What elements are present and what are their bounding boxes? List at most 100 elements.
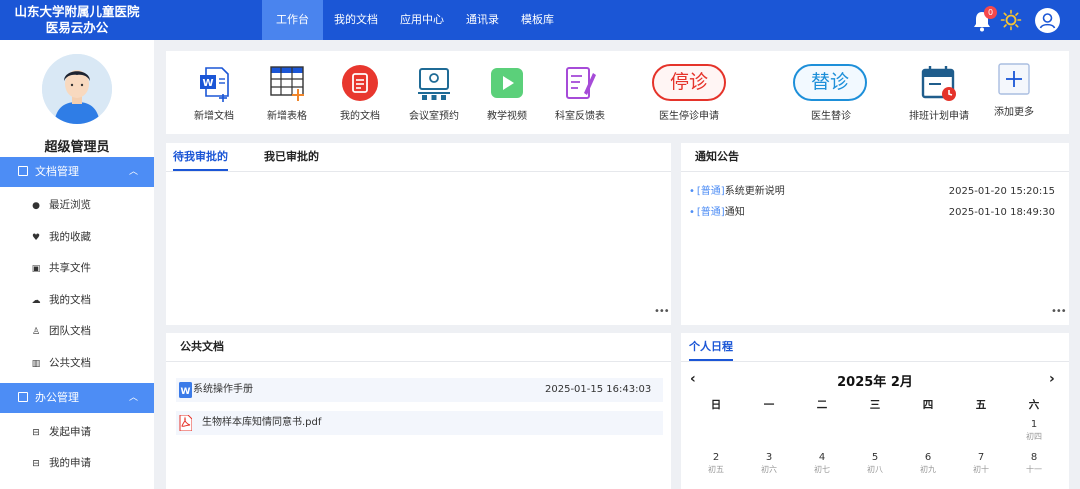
word-doc-icon: W (200, 67, 229, 102)
bullet-icon: • (689, 207, 695, 218)
sidebar-item-shared-files[interactable]: ▣ 共享文件 (0, 253, 154, 283)
calendar-day-number: 7 (977, 452, 985, 463)
nav-app-center[interactable]: 应用中心 (389, 0, 455, 40)
shortcut-new-spreadsheet[interactable]: 新增表格 (247, 51, 327, 134)
nav-my-docs[interactable]: 我的文档 (323, 0, 389, 40)
table-icon (270, 66, 304, 101)
approvals-panel: 待我审批的 我已审批的 ••• (166, 143, 671, 325)
notice-item[interactable]: • [普通]通知 2025-01-10 18:49:30 (689, 204, 1061, 222)
menu-group-office-management[interactable]: 办公管理 ︿ (0, 383, 154, 413)
notice-item[interactable]: • [普通]系统更新说明 2025-01-20 15:20:15 (689, 183, 1061, 201)
team-icon: ♙ (31, 327, 41, 337)
notice-divider (681, 171, 1069, 172)
shortcut-label: 科室反馈表 (555, 111, 605, 122)
theme-bulb-icon[interactable] (1000, 9, 1022, 31)
menu-group-label: 办公管理 (35, 391, 79, 404)
calendar-day-number: 6 (924, 452, 932, 463)
sidebar-item-team-docs[interactable]: ♙ 团队文档 (0, 316, 154, 346)
calendar-day-number: 8 (1030, 452, 1038, 463)
sidebar-item-label: 团队文档 (49, 325, 91, 337)
notice-text: 系统更新说明 (724, 186, 785, 197)
doc-list-item[interactable]: W 系统操作手册 2025-01-15 16:43:03 (176, 378, 663, 402)
shortcut-feedback-form[interactable]: 科室反馈表 (540, 51, 620, 134)
video-icon (491, 68, 523, 98)
shortcut-substitute-clinic[interactable]: 替诊 医生替诊 (786, 51, 876, 134)
doc-list-item[interactable]: 生物样本库知情同意书.pdf (176, 411, 663, 435)
shortcut-add-more[interactable]: 添加更多 (974, 51, 1054, 134)
calendar-day[interactable]: 3 初六 (754, 452, 784, 476)
share-file-icon: ▣ (31, 264, 41, 274)
shortcut-panel: W 新增文档 新增表格 我的文档 会议室预约 教学视频 科室反馈表 停诊 医生停… (166, 51, 1069, 134)
sidebar-item-recent[interactable]: ● 最近浏览 (0, 190, 154, 220)
shortcut-new-document[interactable]: W 新增文档 (174, 51, 254, 134)
shortcut-label: 排班计划申请 (909, 111, 969, 122)
calendar-prev-button[interactable]: ‹ (690, 371, 696, 387)
doc-name: 系统操作手册 (193, 384, 253, 395)
sidebar-item-new-application[interactable]: ⊟ 发起申请 (0, 417, 154, 447)
nav-contacts[interactable]: 通讯录 (455, 0, 510, 40)
nav-templates[interactable]: 模板库 (510, 0, 565, 40)
calendar-day[interactable]: 2 初五 (701, 452, 731, 476)
doc-time: 2025-01-15 16:43:03 (545, 384, 652, 395)
calendar-day[interactable]: 1 初四 (1019, 419, 1049, 443)
apply-icon: ⊟ (32, 428, 40, 438)
app-logo[interactable]: 山东大学附属儿童医院 医易云办公 (0, 0, 154, 40)
nav-workbench[interactable]: 工作台 (262, 0, 323, 40)
notice-text: 通知 (724, 207, 745, 218)
notice-tag: [普通] (696, 186, 725, 197)
calendar-lunar-date: 初八 (867, 465, 883, 474)
shortcut-label: 医生停诊申请 (659, 111, 719, 122)
sidebar-item-label: 我的收藏 (49, 231, 91, 243)
user-avatar-button[interactable] (1035, 8, 1060, 33)
doc-name: 生物样本库知情同意书.pdf (202, 417, 322, 428)
avatar-illustration-icon (42, 54, 112, 124)
shortcut-my-documents[interactable]: 我的文档 (320, 51, 400, 134)
sidebar-item-my-docs[interactable]: ☁ 我的文档 (0, 285, 154, 315)
calendar-day-number: 4 (818, 452, 826, 463)
logo-line-1: 山东大学附属儿童医院 (14, 4, 140, 19)
notice-tag: [普通] (696, 207, 725, 218)
top-bar: 山东大学附属儿童医院 医易云办公 工作台 我的文档 应用中心 通讯录 模板库 0 (0, 0, 1080, 40)
calendar-day[interactable]: 4 初七 (807, 452, 837, 476)
calendar-weekday: 二 (816, 399, 828, 411)
calendar-weekday: 一 (763, 399, 775, 411)
calendar-day[interactable]: 8 十一 (1019, 452, 1049, 476)
chevron-up-icon: ︿ (128, 393, 138, 403)
cloud-doc-icon: ☁ (31, 296, 41, 306)
public-docs-divider (166, 361, 671, 362)
my-apply-icon: ⊟ (32, 459, 40, 469)
calendar-day[interactable]: 6 初九 (913, 452, 943, 476)
shortcut-stop-clinic[interactable]: 停诊 医生停诊申请 (644, 51, 764, 134)
calendar-lunar-date: 初六 (761, 465, 777, 474)
calendar-day[interactable]: 7 初十 (966, 452, 996, 476)
sidebar-item-public-docs[interactable]: ▥ 公共文档 (0, 348, 154, 378)
calendar-weekday: 日 (710, 399, 722, 411)
menu-group-doc-management[interactable]: 文档管理 ︿ (0, 157, 154, 187)
shortcut-teaching-video[interactable]: 教学视频 (467, 51, 547, 134)
calendar-day-number: 3 (765, 452, 773, 463)
sidebar-item-label: 最近浏览 (49, 199, 91, 211)
more-icon[interactable]: ••• (1051, 306, 1067, 317)
logo-line-2: 医易云办公 (45, 20, 109, 35)
more-icon[interactable]: ••• (654, 306, 670, 317)
tab-approved-by-me[interactable]: 我已审批的 (264, 143, 319, 171)
tab-pending-approval[interactable]: 待我审批的 (173, 143, 228, 171)
calendar-day[interactable]: 5 初八 (860, 452, 890, 476)
shortcut-label: 新增表格 (267, 111, 307, 122)
document-icon (18, 166, 28, 176)
sidebar-item-favorites[interactable]: ♥ 我的收藏 (0, 222, 154, 252)
calendar-lunar-date: 初七 (814, 465, 830, 474)
sidebar-item-label: 共享文件 (49, 262, 91, 274)
sidebar-item-my-applications[interactable]: ⊟ 我的申请 (0, 448, 154, 478)
calendar-day-number: 5 (871, 452, 879, 463)
bullet-icon: • (689, 186, 695, 197)
heart-icon: ♥ (31, 233, 41, 243)
calendar-weekday: 六 (1028, 399, 1040, 411)
calendar-next-button[interactable]: › (1049, 371, 1055, 387)
notification-badge: 0 (984, 6, 997, 19)
shortcut-schedule-plan[interactable]: 排班计划申请 (899, 51, 979, 134)
notice-time: 2025-01-20 15:20:15 (948, 186, 1055, 197)
shortcut-meeting-room[interactable]: 会议室预约 (394, 51, 474, 134)
sidebar: 超级管理员 文档管理 ︿ ● 最近浏览 ♥ 我的收藏 ▣ 共享文件 ☁ 我的文档 ♙ 团队… (0, 40, 154, 489)
book-icon: ▥ (31, 359, 41, 369)
